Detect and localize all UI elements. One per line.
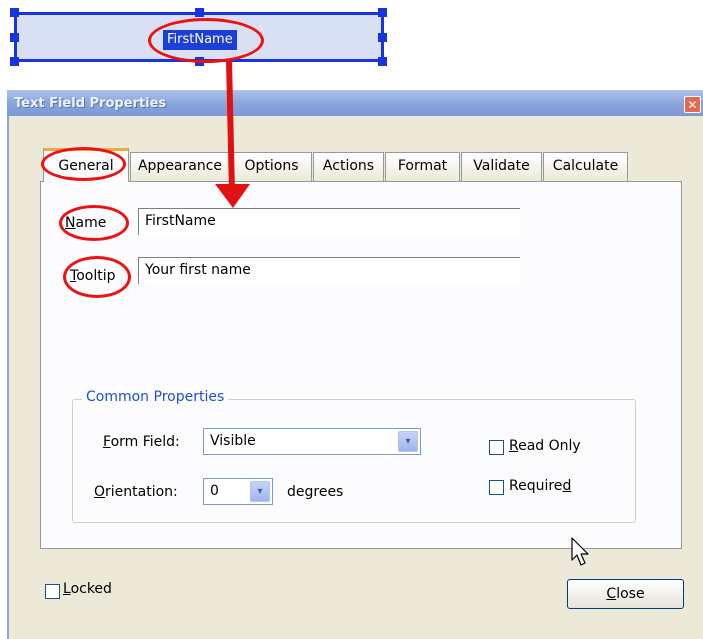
annotation-arrow-head <box>215 184 250 208</box>
annotation-arrow-line <box>226 59 235 194</box>
arrow-cursor-icon <box>571 537 589 566</box>
annotation-overlay <box>215 59 589 566</box>
